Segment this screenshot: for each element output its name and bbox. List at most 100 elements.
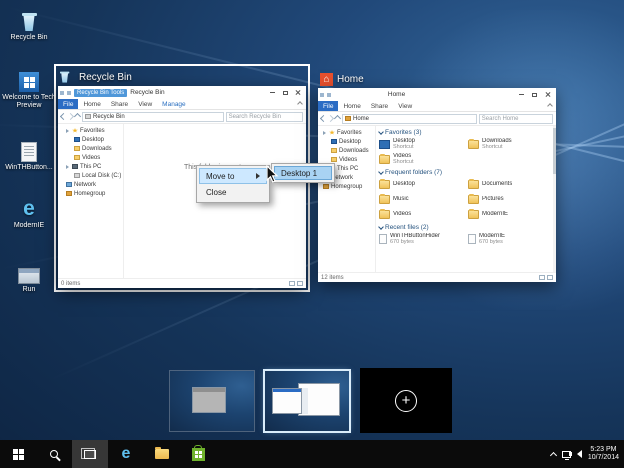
tile-videos-shortcut[interactable]: Videos Shortcut — [379, 152, 464, 166]
minimize-button[interactable] — [266, 88, 278, 98]
tab-file[interactable]: File — [318, 101, 339, 111]
desktop-thumbnail-1[interactable] — [170, 371, 254, 431]
chevron-down-icon — [378, 168, 384, 175]
nav-item-local-disk[interactable]: Local Disk (C:) — [58, 171, 123, 180]
desktop-thumbnail-2[interactable] — [265, 371, 349, 431]
search-input[interactable]: Search Home — [478, 113, 553, 124]
nav-item-videos[interactable]: Videos — [58, 153, 123, 162]
close-button[interactable] — [292, 88, 304, 98]
tray-expand-icon[interactable] — [549, 451, 557, 459]
desktop-icon-label: Welcome to Tech Preview — [2, 94, 56, 109]
up-icon[interactable] — [73, 112, 82, 121]
expander-icon[interactable] — [66, 128, 69, 133]
list-view-icon[interactable] — [289, 281, 295, 286]
nav-item-network[interactable]: Network — [58, 180, 123, 189]
address-box[interactable]: Recycle Bin — [82, 111, 224, 122]
store-button[interactable] — [180, 440, 216, 468]
taskbar-clock[interactable]: 5:23 PM 10/7/2014 — [588, 446, 619, 463]
speaker-icon[interactable] — [568, 450, 582, 458]
section-header-favorites[interactable]: Favorites (3) — [378, 128, 553, 136]
tab-view[interactable]: View — [393, 101, 417, 111]
desktop-icon-recycle-bin[interactable]: Recycle Bin — [0, 8, 58, 42]
thumbnail-view-icon[interactable] — [297, 281, 303, 286]
tab-share[interactable]: Share — [366, 101, 393, 111]
maximize-button[interactable] — [529, 90, 541, 100]
tile-videos[interactable]: Videos — [379, 207, 464, 221]
tile-documents[interactable]: Documents — [468, 177, 553, 191]
task-view-window-home[interactable]: ⌂ Home Home File Home Share View Home Se… — [318, 70, 556, 282]
file-explorer-button[interactable] — [144, 440, 180, 468]
home-window: Home File Home Share View Home Search Ho… — [318, 88, 556, 282]
start-button[interactable] — [0, 440, 36, 468]
nav-item-homegroup[interactable]: Homegroup — [58, 189, 123, 198]
nav-item-desktop[interactable]: Desktop — [318, 137, 375, 146]
tab-file[interactable]: File — [58, 99, 79, 109]
thumbnail-view-icon[interactable] — [547, 275, 553, 280]
disk-icon — [74, 173, 80, 178]
internet-explorer-button[interactable]: e — [108, 440, 144, 468]
status-bar: 0 items — [58, 278, 306, 288]
nav-item-this-pc[interactable]: This PC — [58, 162, 123, 171]
menu-item-move-to[interactable]: Move to — [199, 168, 267, 184]
tab-home[interactable]: Home — [78, 99, 105, 109]
quick-access-icon — [320, 92, 324, 97]
taskbar: e 5:23 PM 10/7/2014 — [0, 440, 624, 468]
status-bar: 12 items — [318, 272, 556, 282]
up-icon[interactable] — [333, 114, 342, 123]
tab-manage[interactable]: Manage — [157, 99, 191, 109]
run-window-icon — [18, 260, 40, 284]
tile-music[interactable]: Music — [379, 192, 464, 206]
tile-desktop[interactable]: Desktop — [379, 177, 464, 191]
expander-icon[interactable] — [323, 130, 326, 135]
tab-share[interactable]: Share — [106, 99, 133, 109]
tile-desktop-shortcut[interactable]: Desktop Shortcut — [379, 137, 464, 151]
desktop-icon-modernie[interactable]: e ModernIE — [0, 196, 58, 230]
add-desktop-button[interactable]: + — [360, 368, 452, 433]
tab-home[interactable]: Home — [338, 101, 365, 111]
tile-pictures[interactable]: Pictures — [468, 192, 553, 206]
tile-downloads-shortcut[interactable]: Downloads Shortcut — [468, 137, 553, 151]
desktop-screen: Recycle Bin Welcome to Tech Preview WinT… — [0, 0, 624, 468]
section-header-frequent-folders[interactable]: Frequent folders (7) — [378, 168, 553, 176]
network-icon — [66, 182, 72, 187]
preview-title: Recycle Bin — [79, 71, 132, 83]
ribbon-collapse-icon[interactable] — [547, 103, 553, 109]
tile-modernie[interactable]: ModernIE — [468, 207, 553, 221]
desktop-icon-winthbutton[interactable]: WinTHButton... — [0, 138, 58, 172]
desktop-icon-welcome[interactable]: Welcome to Tech Preview — [0, 68, 58, 110]
folder-icon — [379, 208, 390, 219]
address-box[interactable]: Home — [342, 113, 477, 124]
scrollbar[interactable] — [553, 126, 556, 272]
minimize-button[interactable] — [516, 90, 528, 100]
preview-header: ⌂ Home — [318, 70, 556, 88]
nav-item-downloads[interactable]: Downloads — [318, 146, 375, 155]
nav-item-favorites[interactable]: Favorites — [58, 126, 123, 135]
item-count: 12 items — [321, 274, 344, 281]
search-button[interactable] — [36, 440, 72, 468]
desktop-icon-run[interactable]: Run — [0, 260, 58, 294]
expander-icon[interactable] — [66, 164, 69, 169]
nav-item-desktop[interactable]: Desktop — [58, 135, 123, 144]
search-input[interactable]: Search Recycle Bin — [225, 111, 303, 122]
maximize-button[interactable] — [279, 88, 291, 98]
tile-winthbuttonhider[interactable]: WinTHButtonHider 670 bytes — [379, 232, 464, 246]
nav-item-favorites[interactable]: Favorites — [318, 128, 375, 137]
task-view-button[interactable] — [72, 440, 108, 468]
scrollbar-thumb[interactable] — [553, 128, 556, 174]
desktop-icon-label: ModernIE — [13, 222, 45, 229]
nav-item-downloads[interactable]: Downloads — [58, 144, 123, 153]
ribbon-collapse-icon[interactable] — [297, 101, 303, 107]
script-file-icon — [21, 138, 37, 162]
section-header-recent-files[interactable]: Recent files (2) — [378, 223, 553, 231]
close-button[interactable] — [542, 90, 554, 100]
folder-content: Favorites (3) Desktop Shortcut Downloads S… — [376, 126, 556, 272]
list-view-icon[interactable] — [539, 275, 545, 280]
menu-item-desktop-1[interactable]: Desktop 1 — [274, 166, 332, 180]
contextual-tab-chip[interactable]: Recycle Bin Tools — [74, 88, 128, 97]
tile-modernie-file[interactable]: ModernIE 670 bytes — [468, 232, 553, 246]
menu-item-close[interactable]: Close — [199, 184, 267, 200]
tab-view[interactable]: View — [133, 99, 157, 109]
folder-icon — [468, 138, 479, 149]
nav-item-homegroup[interactable]: Homegroup — [318, 182, 375, 191]
address-text: Recycle Bin — [93, 113, 125, 120]
